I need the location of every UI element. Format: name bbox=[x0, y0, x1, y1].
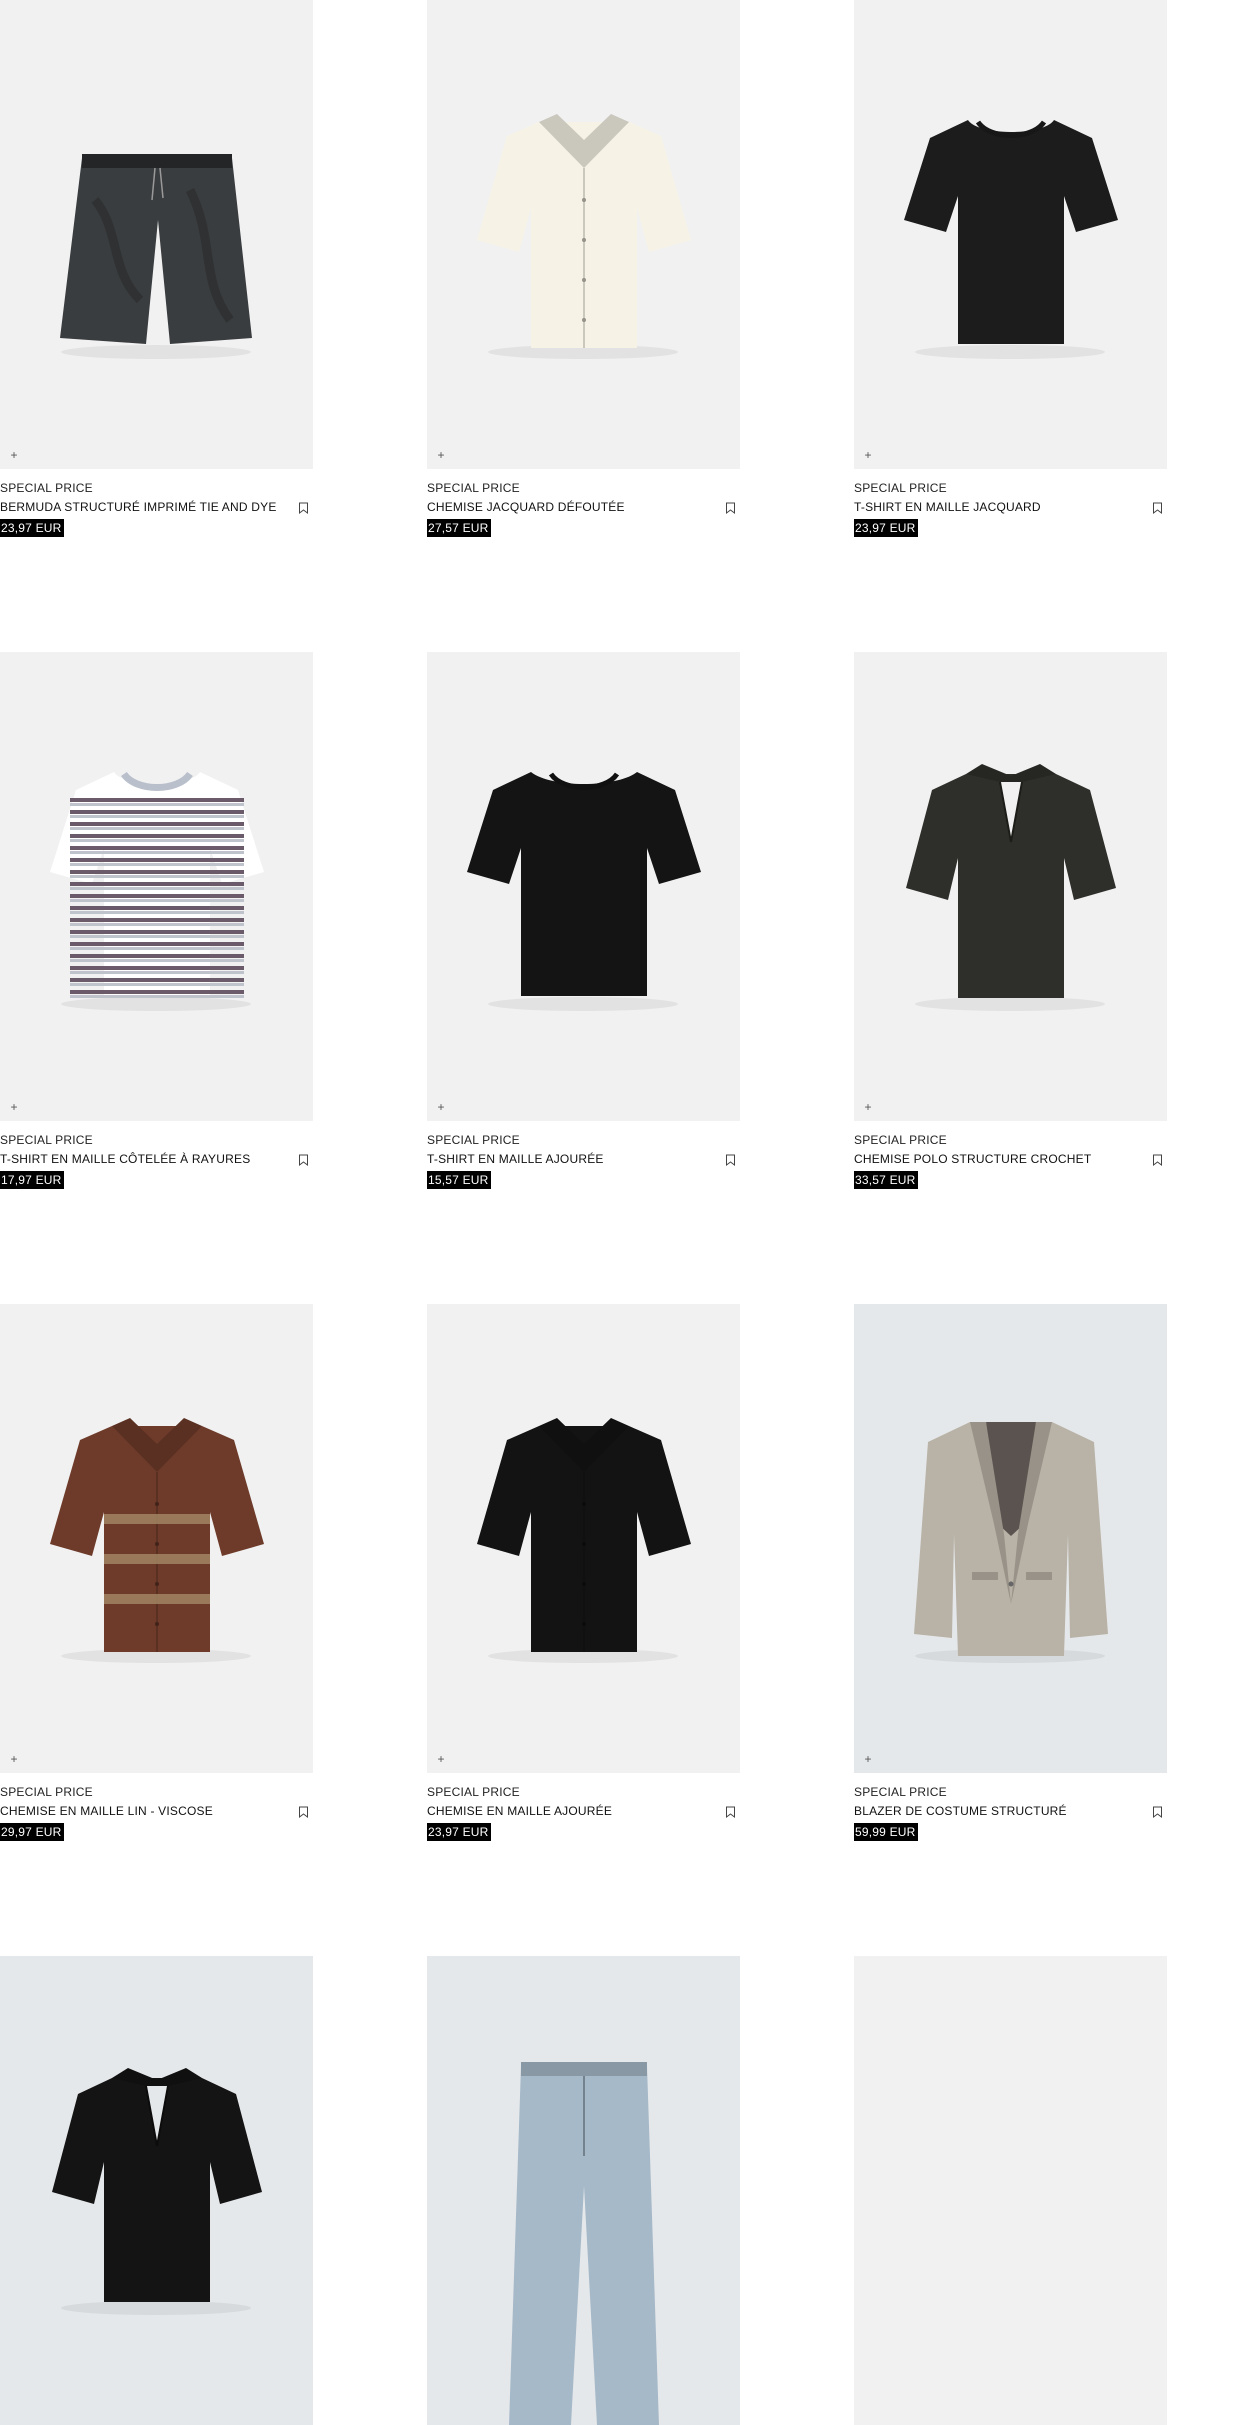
price-wrap: 23,97 EUR bbox=[0, 515, 313, 537]
product-card[interactable]: + SPECIAL PRICE BERMUDA STRUCTURÉ IMPRIMÉ … bbox=[0, 0, 313, 537]
product-name-text[interactable]: T-SHIRT EN MAILLE JACQUARD bbox=[854, 500, 1041, 514]
product-info: SPECIAL PRICE T-SHIRT EN MAILLE JACQUARD 2… bbox=[854, 469, 1167, 537]
product-image[interactable]: + bbox=[0, 1304, 313, 1773]
product-name[interactable]: CHEMISE JACQUARD DÉFOUTÉE bbox=[427, 500, 740, 515]
product-name-text[interactable]: CHEMISE JACQUARD DÉFOUTÉE bbox=[427, 500, 625, 514]
product-image[interactable] bbox=[854, 1956, 1167, 2425]
product-name[interactable]: BERMUDA STRUCTURÉ IMPRIMÉ TIE AND DYE bbox=[0, 500, 313, 515]
bookmark-icon[interactable] bbox=[725, 1806, 736, 1818]
product-name[interactable]: T-SHIRT EN MAILLE CÔTELÉE À RAYURES bbox=[0, 1152, 313, 1167]
product-card[interactable]: + SPECIAL PRICE T-SHIRT EN MAILLE CÔTELÉE … bbox=[0, 652, 313, 1189]
product-image[interactable]: + bbox=[0, 0, 313, 469]
product-price: 29,97 EUR bbox=[0, 1823, 64, 1841]
product-card[interactable]: + SPECIAL PRICE BLAZER DE COSTUME STRUCTUR… bbox=[854, 1304, 1167, 1841]
product-name[interactable]: BLAZER DE COSTUME STRUCTURÉ bbox=[854, 1804, 1167, 1819]
product-info: SPECIAL PRICE CHEMISE EN MAILLE AJOURÉE 23… bbox=[427, 1773, 740, 1841]
bookmark-icon[interactable] bbox=[298, 1154, 309, 1166]
product-image[interactable] bbox=[427, 1956, 740, 2425]
product-info: SPECIAL PRICE CHEMISE EN MAILLE LIN - VIS… bbox=[0, 1773, 313, 1841]
product-name-text[interactable]: CHEMISE EN MAILLE AJOURÉE bbox=[427, 1804, 612, 1818]
price-wrap: 29,97 EUR bbox=[0, 1819, 313, 1841]
bookmark-icon[interactable] bbox=[1152, 502, 1163, 514]
product-name-text[interactable]: T-SHIRT EN MAILLE AJOURÉE bbox=[427, 1152, 604, 1166]
bookmark-icon[interactable] bbox=[298, 1806, 309, 1818]
add-to-cart-plus-icon[interactable]: + bbox=[435, 1753, 447, 1765]
add-to-cart-plus-icon[interactable]: + bbox=[435, 449, 447, 461]
product-name[interactable]: CHEMISE EN MAILLE LIN - VISCOSE bbox=[0, 1804, 313, 1819]
add-to-cart-plus-icon[interactable]: + bbox=[8, 1753, 20, 1765]
product-image[interactable]: + bbox=[854, 0, 1167, 469]
add-to-cart-plus-icon[interactable]: + bbox=[862, 1101, 874, 1113]
special-price-label: SPECIAL PRICE bbox=[0, 481, 93, 495]
price-wrap: 27,57 EUR bbox=[427, 515, 740, 537]
add-to-cart-plus-icon[interactable]: + bbox=[862, 1753, 874, 1765]
product-image[interactable]: + bbox=[854, 1304, 1167, 1773]
bookmark-icon[interactable] bbox=[725, 502, 736, 514]
product-card[interactable]: + SPECIAL PRICE CHEMISE EN MAILLE AJOURÉE 2… bbox=[427, 1304, 740, 1841]
bookmark-icon[interactable] bbox=[725, 1154, 736, 1166]
price-wrap: 59,99 EUR bbox=[854, 1819, 1167, 1841]
product-name[interactable]: CHEMISE EN MAILLE AJOURÉE bbox=[427, 1804, 740, 1819]
product-price: 59,99 EUR bbox=[854, 1823, 918, 1841]
product-card[interactable]: + SPECIAL PRICE T-SHIRT EN MAILLE AJOURÉE 1… bbox=[427, 652, 740, 1189]
product-name[interactable]: T-SHIRT EN MAILLE AJOURÉE bbox=[427, 1152, 740, 1167]
product-price: 15,57 EUR bbox=[427, 1171, 491, 1189]
special-price-label: SPECIAL PRICE bbox=[854, 1133, 947, 1147]
product-card[interactable] bbox=[427, 1956, 740, 2425]
special-price-label: SPECIAL PRICE bbox=[427, 1133, 520, 1147]
product-info: SPECIAL PRICE BERMUDA STRUCTURÉ IMPRIMÉ T… bbox=[0, 469, 313, 537]
product-price: 27,57 EUR bbox=[427, 519, 491, 537]
special-price-label: SPECIAL PRICE bbox=[0, 1785, 93, 1799]
price-wrap: 33,57 EUR bbox=[854, 1167, 1167, 1189]
price-wrap: 23,97 EUR bbox=[427, 1819, 740, 1841]
product-card[interactable]: + SPECIAL PRICE T-SHIRT EN MAILLE JACQUARD… bbox=[854, 0, 1167, 537]
product-image[interactable]: + bbox=[854, 652, 1167, 1121]
price-wrap: 15,57 EUR bbox=[427, 1167, 740, 1189]
product-card[interactable] bbox=[854, 1956, 1167, 2425]
product-name[interactable]: T-SHIRT EN MAILLE JACQUARD bbox=[854, 500, 1167, 515]
product-info: SPECIAL PRICE CHEMISE JACQUARD DÉFOUTÉE 27… bbox=[427, 469, 740, 537]
product-image[interactable]: + bbox=[427, 652, 740, 1121]
product-image[interactable] bbox=[0, 1956, 313, 2425]
product-price: 33,57 EUR bbox=[854, 1171, 918, 1189]
add-to-cart-plus-icon[interactable]: + bbox=[862, 449, 874, 461]
product-info: SPECIAL PRICE T-SHIRT EN MAILLE CÔTELÉE À… bbox=[0, 1121, 313, 1189]
price-wrap: 23,97 EUR bbox=[854, 515, 1167, 537]
special-price-label: SPECIAL PRICE bbox=[427, 1785, 520, 1799]
product-card[interactable]: + SPECIAL PRICE CHEMISE POLO STRUCTURE CRO… bbox=[854, 652, 1167, 1189]
product-name[interactable]: CHEMISE POLO STRUCTURE CROCHET bbox=[854, 1152, 1167, 1167]
product-card[interactable] bbox=[0, 1956, 313, 2425]
special-price-label: SPECIAL PRICE bbox=[854, 481, 947, 495]
product-card[interactable]: + SPECIAL PRICE CHEMISE JACQUARD DÉFOUTÉE 2… bbox=[427, 0, 740, 537]
product-info: SPECIAL PRICE CHEMISE POLO STRUCTURE CROC… bbox=[854, 1121, 1167, 1189]
product-image[interactable]: + bbox=[427, 0, 740, 469]
special-price-label: SPECIAL PRICE bbox=[0, 1133, 93, 1147]
product-name-text[interactable]: BLAZER DE COSTUME STRUCTURÉ bbox=[854, 1804, 1067, 1818]
special-price-label: SPECIAL PRICE bbox=[854, 1785, 947, 1799]
price-wrap: 17,97 EUR bbox=[0, 1167, 313, 1189]
product-price: 23,97 EUR bbox=[854, 519, 918, 537]
product-name-text[interactable]: CHEMISE EN MAILLE LIN - VISCOSE bbox=[0, 1804, 213, 1818]
product-name-text[interactable]: CHEMISE POLO STRUCTURE CROCHET bbox=[854, 1152, 1091, 1166]
product-price: 23,97 EUR bbox=[427, 1823, 491, 1841]
product-price: 17,97 EUR bbox=[0, 1171, 64, 1189]
bookmark-icon[interactable] bbox=[1152, 1806, 1163, 1818]
product-image[interactable]: + bbox=[0, 652, 313, 1121]
bookmark-icon[interactable] bbox=[298, 502, 309, 514]
bookmark-icon[interactable] bbox=[1152, 1154, 1163, 1166]
add-to-cart-plus-icon[interactable]: + bbox=[435, 1101, 447, 1113]
product-card[interactable]: + SPECIAL PRICE CHEMISE EN MAILLE LIN - VI… bbox=[0, 1304, 313, 1841]
add-to-cart-plus-icon[interactable]: + bbox=[8, 1101, 20, 1113]
add-to-cart-plus-icon[interactable]: + bbox=[8, 449, 20, 461]
product-info: SPECIAL PRICE T-SHIRT EN MAILLE AJOURÉE 15… bbox=[427, 1121, 740, 1189]
product-image[interactable]: + bbox=[427, 1304, 740, 1773]
special-price-label: SPECIAL PRICE bbox=[427, 481, 520, 495]
product-price: 23,97 EUR bbox=[0, 519, 64, 537]
product-name-text[interactable]: T-SHIRT EN MAILLE CÔTELÉE À RAYURES bbox=[0, 1152, 250, 1166]
product-name-text[interactable]: BERMUDA STRUCTURÉ IMPRIMÉ TIE AND DYE bbox=[0, 500, 277, 514]
product-info: SPECIAL PRICE BLAZER DE COSTUME STRUCTURÉ… bbox=[854, 1773, 1167, 1841]
